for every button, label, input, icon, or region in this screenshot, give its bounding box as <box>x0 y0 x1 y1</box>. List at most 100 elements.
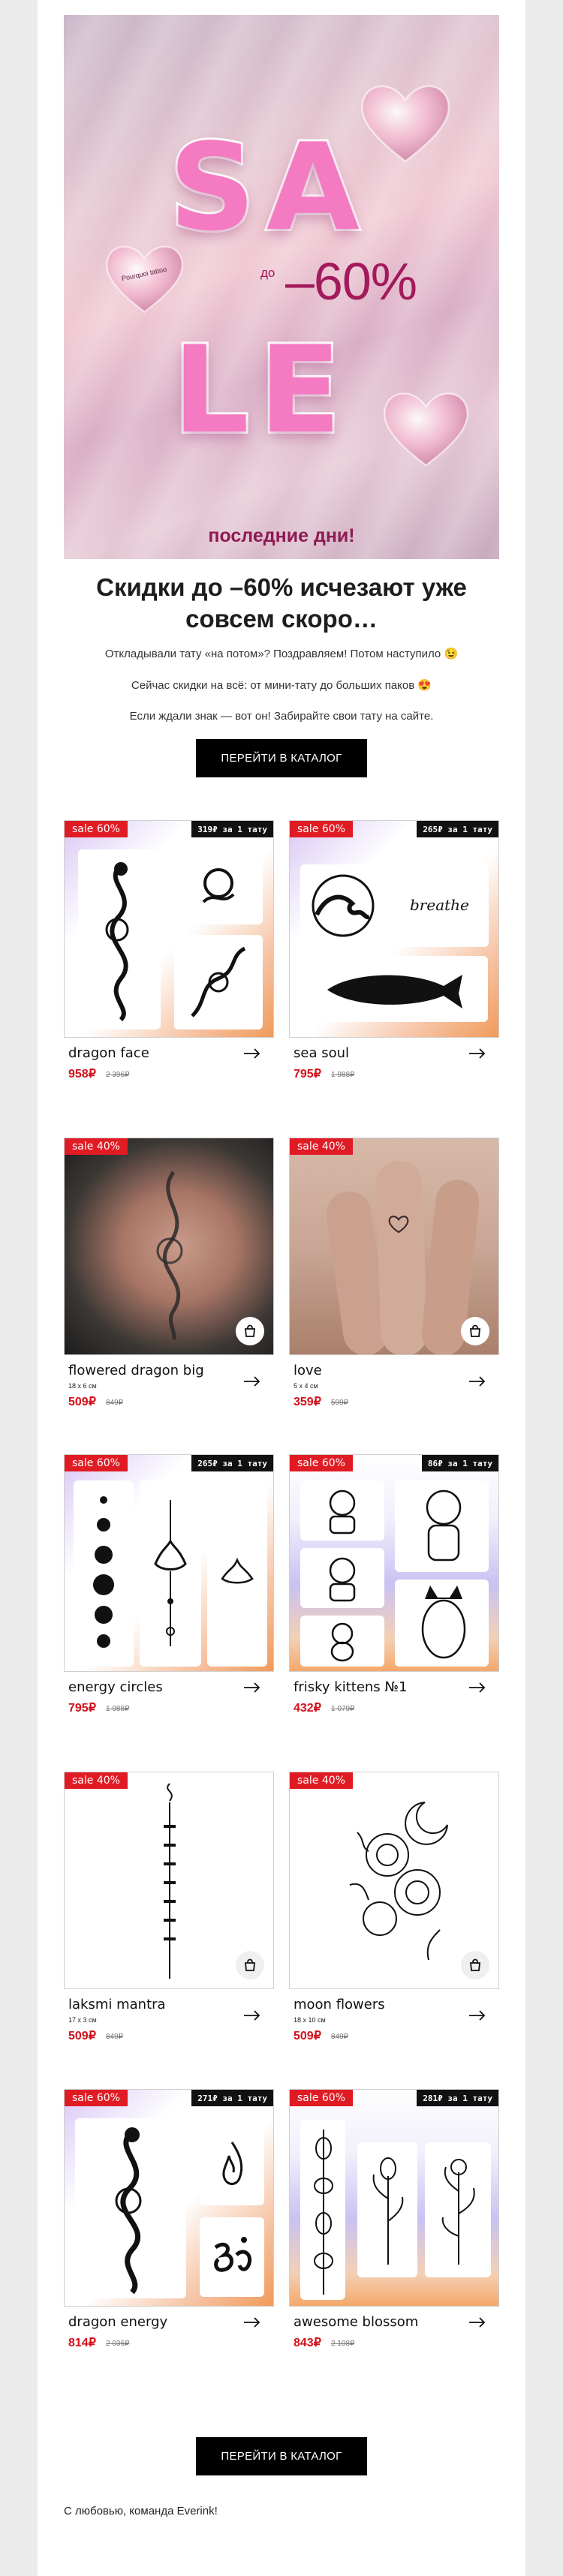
dragon-tattoo-icon <box>105 862 129 1022</box>
glass-heart-icon <box>384 392 468 467</box>
product-price: 795₽ <box>68 1702 96 1715</box>
product-image[interactable]: sale 60% 265₽ за 1 тату <box>64 1454 274 1672</box>
arrow-right-icon[interactable] <box>469 2317 486 2328</box>
catalog-button[interactable]: ПЕРЕЙТИ В КАТАЛОГ <box>196 739 367 777</box>
old-price: 1 988₽ <box>331 1071 355 1079</box>
last-days-label: последние дни! <box>208 525 355 546</box>
product-name[interactable]: awesome blossom <box>294 2314 418 2330</box>
arrow-right-icon[interactable] <box>469 1048 486 1059</box>
sale-banner[interactable]: Pourquoi tattoo S A L E до –60% последни… <box>64 15 499 559</box>
product-card[interactable]: sale 40% moon flowers 18 x 10 см 509₽ 84… <box>289 1772 499 2049</box>
old-price: 2 108₽ <box>331 2340 355 2348</box>
kitten-tattoo-icon <box>329 1489 356 1534</box>
product-card[interactable]: sale 60% 319₽ за 1 тату dragon face 958₽… <box>64 820 274 1098</box>
arrow-right-icon[interactable] <box>244 2010 260 2021</box>
moon-flowers-tattoo-icon <box>349 1802 448 1961</box>
kitten-tattoo-icon <box>421 1586 466 1659</box>
product-image[interactable]: sale 40% <box>64 1138 274 1355</box>
add-to-cart-button[interactable] <box>461 1317 489 1345</box>
sale-badge: sale 60% <box>65 1455 128 1471</box>
product-name[interactable]: moon flowers <box>294 1997 385 2012</box>
product-size: 17 x 3 см <box>68 2016 97 2024</box>
old-price: 849₽ <box>331 2033 349 2041</box>
price-per-tattoo: 86₽ за 1 тату <box>421 1455 498 1471</box>
add-to-cart-button[interactable] <box>236 1951 264 1979</box>
dragon-flower-tattoo-icon <box>191 946 246 1017</box>
arrow-right-icon[interactable] <box>244 1048 260 1059</box>
mantra-tattoo-icon <box>164 1783 176 1979</box>
product-image[interactable]: sale 60% 319₽ за 1 тату <box>64 820 274 1038</box>
product-image[interactable]: breathe sale 60% 265₽ за 1 тату <box>289 820 499 1038</box>
product-image[interactable]: sale 40% <box>64 1772 274 1989</box>
add-to-cart-button[interactable] <box>461 1951 489 1979</box>
product-price: 509₽ <box>68 2030 96 2042</box>
product-card[interactable]: sale 40% flowered dragon big 18 x 6 см 5… <box>64 1138 274 1415</box>
sale-letter-s: S <box>167 117 257 257</box>
product-image[interactable]: sale 40% <box>289 1138 499 1355</box>
product-name[interactable]: dragon face <box>68 1045 149 1061</box>
breathe-tattoo-text: breathe <box>410 896 469 914</box>
sale-badge: sale 40% <box>65 1772 128 1789</box>
product-name[interactable]: love <box>294 1363 322 1378</box>
add-to-cart-button[interactable] <box>236 1317 264 1345</box>
arrow-right-icon[interactable] <box>244 1376 260 1387</box>
sale-badge: sale 40% <box>290 1138 353 1155</box>
product-price: 359₽ <box>294 1396 321 1408</box>
kitten-tattoo-icon <box>426 1489 462 1562</box>
arrow-right-icon[interactable] <box>469 1376 486 1387</box>
old-price: 1 988₽ <box>106 1705 130 1713</box>
product-card[interactable]: sale 60% 86₽ за 1 тату frisky kittens №1… <box>289 1454 499 1732</box>
product-image[interactable]: sale 60% 86₽ за 1 тату <box>289 1454 499 1672</box>
price-per-tattoo: 265₽ за 1 тату <box>417 821 498 837</box>
product-card[interactable]: sale 60% 281₽ за 1 тату awesome blossom … <box>289 2089 499 2367</box>
arrow-right-icon[interactable] <box>469 1682 486 1693</box>
sale-letter-l: L <box>170 320 251 460</box>
shopping-bag-icon <box>245 1958 255 1971</box>
old-price: 2 396₽ <box>106 1071 130 1079</box>
lotus-tattoo-icon <box>154 1500 187 1646</box>
arrow-right-icon[interactable] <box>244 1682 260 1693</box>
product-name[interactable]: sea soul <box>294 1045 349 1061</box>
product-size: 18 x 6 см <box>68 1382 97 1390</box>
product-card[interactable]: sale 40% laksmi mantra 17 x 3 см 509₽ 84… <box>64 1772 274 2049</box>
sale-badge: sale 60% <box>65 821 128 837</box>
old-price: 849₽ <box>106 2033 124 2041</box>
shopping-bag-icon <box>470 1324 480 1337</box>
blossom-tattoo-icon <box>372 2157 404 2265</box>
product-card[interactable]: sale 60% 265₽ за 1 тату energy circles 7… <box>64 1454 274 1732</box>
product-card[interactable]: sale 40% love 5 x 4 см 359₽ 599₽ <box>289 1138 499 1415</box>
product-name[interactable]: dragon energy <box>68 2314 167 2330</box>
old-price: 1 079₽ <box>331 1705 355 1713</box>
product-card[interactable]: sale 60% 271₽ за 1 тату dragon energy 81… <box>64 2089 274 2367</box>
product-image[interactable]: sale 40% <box>289 1772 499 1989</box>
product-image[interactable]: sale 60% 281₽ за 1 тату <box>289 2089 499 2307</box>
sale-badge: sale 40% <box>65 1138 128 1155</box>
product-card[interactable]: breathe sale 60% 265₽ за 1 тату sea soul… <box>289 820 499 1098</box>
product-name[interactable]: laksmi mantra <box>68 1997 166 2012</box>
intro-text-2: Сейчас скидки на всё: от мини-тату до бо… <box>131 679 432 692</box>
price-per-tattoo: 319₽ за 1 тату <box>191 821 273 837</box>
product-name[interactable]: flowered dragon big <box>68 1363 204 1378</box>
intro-text-3: Если ждали знак — вот он! Забирайте свои… <box>129 710 434 723</box>
product-image[interactable]: sale 60% 271₽ за 1 тату <box>64 2089 274 2307</box>
catalog-button-bottom[interactable]: ПЕРЕЙТИ В КАТАЛОГ <box>196 2437 367 2475</box>
om-symbol-icon <box>214 2237 251 2272</box>
moon-phases-tattoo-icon <box>93 1496 114 1648</box>
arrow-right-icon[interactable] <box>469 2010 486 2021</box>
shopping-bag-icon <box>470 1958 480 1971</box>
product-name[interactable]: energy circles <box>68 1679 163 1695</box>
arrow-right-icon[interactable] <box>244 2317 260 2328</box>
kitten-tattoo-icon <box>330 1622 354 1662</box>
sale-letter-e: E <box>257 320 343 460</box>
old-price: 2 036₽ <box>106 2340 130 2348</box>
sale-badge: sale 60% <box>290 821 353 837</box>
product-size: 18 x 10 см <box>294 2016 326 2024</box>
heart-tattoo-icon <box>388 1216 409 1234</box>
signature: С любовью, команда Everink! <box>64 2505 218 2517</box>
product-price: 432₽ <box>294 1702 321 1715</box>
price-per-tattoo: 271₽ за 1 тату <box>191 2090 273 2106</box>
flame-tattoo-icon <box>222 2142 243 2185</box>
wave-tattoo-icon <box>312 874 375 937</box>
blossom-tattoo-icon <box>314 2130 333 2295</box>
product-name[interactable]: frisky kittens №1 <box>294 1679 408 1695</box>
